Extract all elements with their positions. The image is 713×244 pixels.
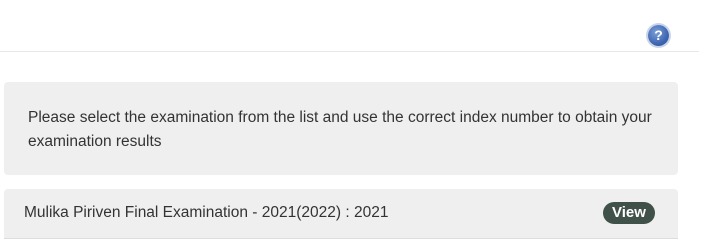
exam-list: Mulika Piriven Final Examination - 2021(… <box>4 189 678 244</box>
view-button[interactable]: View <box>603 202 655 224</box>
page: ? Please select the examination from the… <box>0 0 713 244</box>
exam-title: Mulika Piriven Final Examination - 2021(… <box>24 204 389 221</box>
instructions-text: Please select the examination from the l… <box>28 109 652 150</box>
instructions-panel: Please select the examination from the l… <box>4 82 678 175</box>
help-icon[interactable]: ? <box>648 25 669 46</box>
top-bar: ? <box>0 0 699 52</box>
exam-row: Mulika Piriven Final Examination - 2021(… <box>4 189 678 239</box>
